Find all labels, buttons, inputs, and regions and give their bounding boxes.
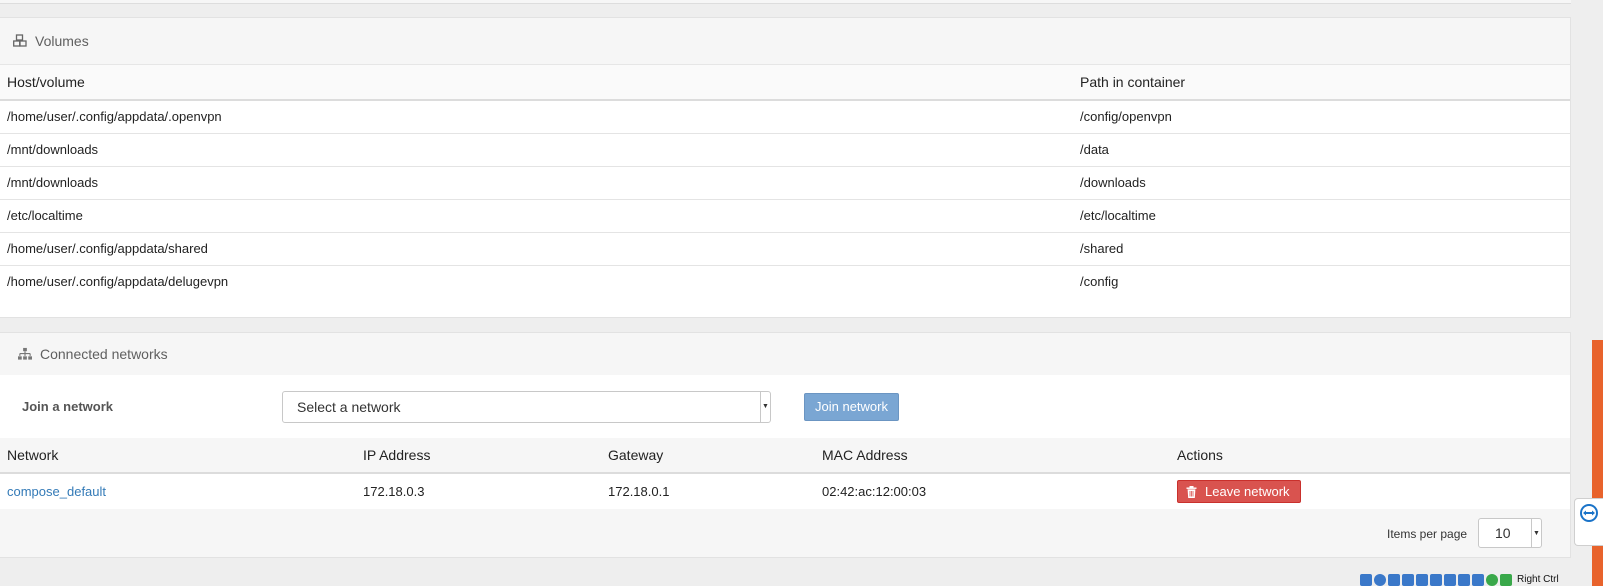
sitemap-icon xyxy=(18,347,32,361)
items-per-page-label: Items per page xyxy=(1387,527,1468,541)
container-path-cell: /config xyxy=(1080,274,1119,290)
volumes-title: Volumes xyxy=(35,33,89,49)
table-row: /home/user/.config/appdata/.openvpn /con… xyxy=(0,100,1570,134)
tray-arrow-icon[interactable] xyxy=(1500,573,1512,586)
host-volume-cell: /mnt/downloads xyxy=(0,166,1073,200)
tray-mouse-icon[interactable] xyxy=(1486,573,1498,586)
host-volume-cell: /etc/localtime xyxy=(0,199,1073,233)
tray-usb-icon[interactable] xyxy=(1388,573,1400,586)
host-volume-cell: /home/user/.config/appdata/.openvpn xyxy=(0,100,1073,134)
column-ip-address[interactable]: IP Address xyxy=(356,438,601,474)
volumes-header-row: Host/volume Path in container xyxy=(0,65,1570,101)
tray-disk-icon[interactable] xyxy=(1360,573,1372,586)
tray-folder-icon[interactable] xyxy=(1430,573,1442,586)
column-actions: Actions xyxy=(1170,438,1570,474)
tray-record-icon[interactable] xyxy=(1458,573,1470,586)
networks-heading: Connected networks xyxy=(0,333,1570,375)
actions-cell: Leave network xyxy=(1170,473,1570,509)
accent-scroll-bar xyxy=(1592,340,1603,586)
column-gateway[interactable]: Gateway xyxy=(601,438,815,474)
container-path-cell: /config/openvpn xyxy=(1073,100,1570,134)
networks-title: Connected networks xyxy=(40,346,168,362)
network-name-cell: compose_default xyxy=(0,473,356,509)
join-network-button[interactable]: Join network xyxy=(804,392,899,421)
host-volume-cell: /mnt/downloads xyxy=(0,133,1073,167)
networks-table: Network IP Address Gateway MAC Address A… xyxy=(0,438,1570,509)
pagination-row: Items per page 10 ▼ xyxy=(0,509,1570,557)
ip-address-cell: 172.18.0.3 xyxy=(363,484,425,499)
tray-cpu-icon[interactable] xyxy=(1472,573,1484,586)
leave-network-button[interactable]: Leave network xyxy=(1177,480,1301,503)
column-host-volume[interactable]: Host/volume xyxy=(0,65,1073,101)
items-per-page-select[interactable]: 10 ▼ xyxy=(1478,518,1542,548)
network-link[interactable]: compose_default xyxy=(7,484,106,499)
table-row: /home/user/.config/appdata/delugevpn /co… xyxy=(0,265,1570,298)
system-tray: Right Ctrl xyxy=(1360,573,1559,586)
table-row: /mnt/downloads /data xyxy=(0,133,1570,167)
host-volume-cell: /home/user/.config/appdata/shared xyxy=(0,232,1073,266)
container-path-cell: /etc/localtime xyxy=(1073,199,1570,233)
column-mac-address[interactable]: MAC Address xyxy=(815,438,1170,474)
tray-cd-icon[interactable] xyxy=(1374,573,1386,586)
table-row: /mnt/downloads /downloads xyxy=(0,166,1570,200)
volumes-table: Host/volume Path in container /home/user… xyxy=(0,65,1570,298)
connected-networks-panel: Connected networks Join a network Select… xyxy=(0,332,1571,558)
right-ctrl-label: Right Ctrl xyxy=(1517,574,1559,585)
table-row: /home/user/.config/appdata/shared /share… xyxy=(0,232,1570,266)
volumes-panel: Volumes Host/volume Path in container /h… xyxy=(0,17,1571,318)
join-network-row: Join a network Select a network ▼ Join n… xyxy=(0,375,1570,438)
tray-network-icon[interactable] xyxy=(1402,573,1414,586)
tray-pen-icon[interactable] xyxy=(1416,573,1428,586)
networks-header-row: Network IP Address Gateway MAC Address A… xyxy=(0,438,1570,474)
network-select[interactable]: Select a network ▼ xyxy=(282,390,771,423)
items-per-page-value: 10 xyxy=(1495,525,1511,541)
column-path-in-container[interactable]: Path in container xyxy=(1073,65,1570,101)
table-row: /etc/localtime /etc/localtime xyxy=(0,199,1570,233)
remote-control-tab[interactable] xyxy=(1574,498,1603,546)
tray-display-icon[interactable] xyxy=(1444,573,1456,586)
mac-address-cell: 02:42:ac:12:00:03 xyxy=(822,484,927,499)
trash-icon xyxy=(1186,485,1197,498)
container-path-cell: /shared xyxy=(1073,232,1570,266)
container-path-cell: /downloads xyxy=(1073,166,1570,200)
cubes-icon xyxy=(13,34,27,48)
volumes-heading: Volumes xyxy=(0,18,1570,65)
table-row: compose_default 172.18.0.3 172.18.0.1 02… xyxy=(0,473,1570,509)
leave-network-label: Leave network xyxy=(1205,484,1290,499)
network-select-value: Select a network xyxy=(297,398,401,415)
join-network-label: Join a network xyxy=(22,399,114,414)
top-panel-edge xyxy=(0,0,1571,4)
gateway-cell: 172.18.0.1 xyxy=(608,484,670,499)
host-volume-cell: /home/user/.config/appdata/delugevpn xyxy=(7,274,229,290)
caret-down-icon: ▼ xyxy=(1531,519,1541,547)
teamviewer-icon xyxy=(1579,503,1599,526)
caret-down-icon: ▼ xyxy=(760,391,770,422)
column-network[interactable]: Network xyxy=(0,438,356,474)
container-path-cell: /data xyxy=(1073,133,1570,167)
